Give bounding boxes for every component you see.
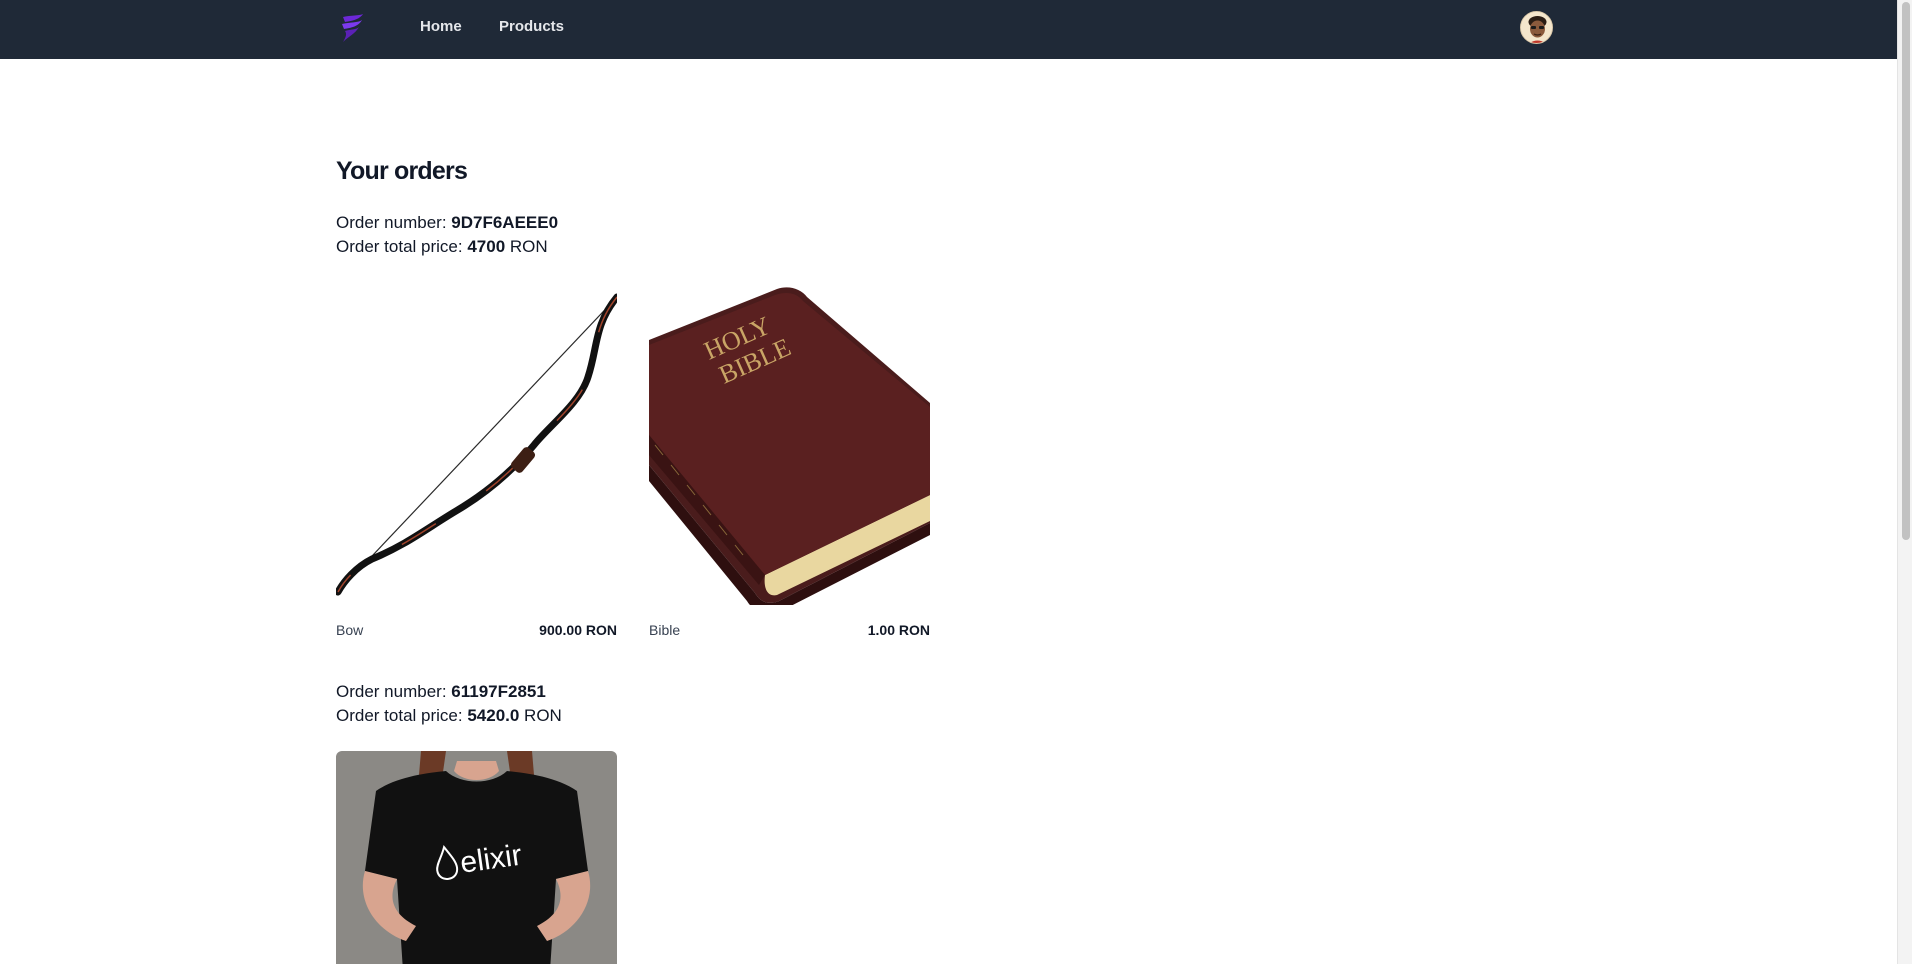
product-price: 900.00 RON <box>539 622 617 638</box>
vertical-scrollbar[interactable] <box>1897 0 1912 964</box>
nav-products-link[interactable]: Products <box>499 18 564 35</box>
order-total-label: Order total price: <box>336 706 468 725</box>
elixir-tshirt-image: elixir <box>336 751 617 964</box>
order-total-currency: RON <box>519 706 562 725</box>
order-number-label: Order number: <box>336 213 452 232</box>
product-name: Bible <box>649 622 681 638</box>
logo-icon[interactable] <box>337 12 369 44</box>
top-navbar: Home Products <box>0 0 1897 59</box>
order-total-line: Order total price: 5420.0 RON <box>336 706 562 726</box>
bow-image <box>336 285 617 605</box>
order-total-currency: RON <box>505 237 548 256</box>
bible-image: HOLY BIBLE <box>649 285 930 605</box>
order-total-value: 4700 <box>467 237 506 256</box>
page-title: Your orders <box>336 157 468 185</box>
order-total-line: Order total price: 4700 RON <box>336 237 548 257</box>
browser-viewport: Home Products Your orders Order number: … <box>0 0 1897 964</box>
order-number-label: Order number: <box>336 682 452 701</box>
nav-home-link[interactable]: Home <box>420 18 462 35</box>
order-total-value: 5420.0 <box>467 706 520 725</box>
product-image[interactable]: elixir <box>336 751 617 964</box>
product-image[interactable]: HOLY BIBLE <box>649 285 930 605</box>
order-total-label: Order total price: <box>336 237 468 256</box>
order-number-line: Order number: 9D7F6AEEE0 <box>336 213 558 233</box>
product-name: Bow <box>336 622 364 638</box>
order-number-value: 9D7F6AEEE0 <box>451 213 559 232</box>
user-avatar[interactable] <box>1520 11 1553 44</box>
scrollbar-thumb[interactable] <box>1902 2 1910 540</box>
order-number-value: 61197F2851 <box>451 682 546 701</box>
product-price: 1.00 RON <box>867 622 930 638</box>
avatar-face-icon <box>1521 12 1552 43</box>
order-number-line: Order number: 61197F2851 <box>336 682 546 702</box>
product-image[interactable] <box>336 285 617 605</box>
